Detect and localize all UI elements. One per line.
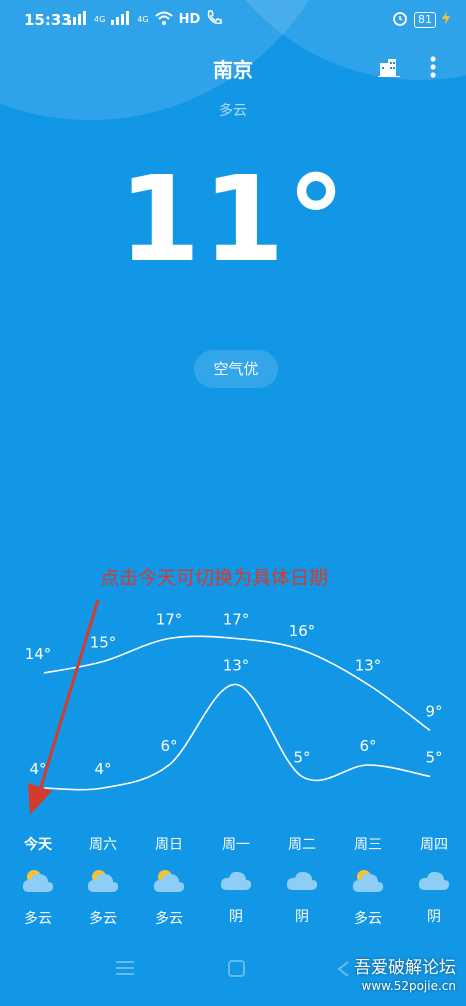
signal-icon [68,11,88,28]
forecast-day[interactable]: 周日 多云 [134,834,204,928]
city-management-icon[interactable] [378,57,400,81]
annotation-text: 点击今天可切换为具体日期 [100,567,329,589]
watermark-title: 吾爱破解论坛 [354,958,456,978]
annotation-arrow [28,599,100,815]
day-condition: 阴 [229,909,243,925]
day-condition: 多云 [354,911,382,927]
day-name[interactable]: 周四 [399,834,466,856]
charging-icon [442,11,450,28]
low-temp-label: 5° [293,749,310,767]
home-nav-icon[interactable] [228,960,246,983]
partly-cloudy-icon [333,868,403,898]
aqi-badge[interactable]: 空气优 [194,350,278,388]
high-temp-label: 17° [156,611,183,629]
cloud-icon [399,868,466,896]
net-label-1: 4G [94,15,106,24]
call-icon [206,10,223,29]
day-condition: 阴 [295,909,309,925]
forecast-day[interactable]: 周三 多云 [333,834,403,928]
weather-screen: 15:33 4G 4G HD 81 南京 多云 11° 空气优 点击今天可切换为… [0,0,466,1006]
forecast-day[interactable]: 周六 多云 [68,834,138,928]
forecast-day[interactable]: 周二阴 [267,834,337,926]
high-temp-label: 13° [355,657,382,675]
day-condition: 多云 [89,911,117,927]
day-condition: 多云 [155,911,183,927]
back-nav-icon[interactable] [336,960,350,983]
weather-condition: 多云 [219,103,247,119]
forecast-day[interactable]: 周四阴 [399,834,466,926]
status-left-icons: 4G 4G HD [68,10,223,29]
day-name[interactable]: 周六 [68,834,138,856]
forecast-day[interactable]: 今天 多云 [3,834,73,928]
low-temp-label: 6° [359,737,376,755]
low-temp-label: 6° [160,737,177,755]
header-icons [378,56,436,82]
day-name[interactable]: 周三 [333,834,403,856]
day-name[interactable]: 周二 [267,834,337,856]
menu-nav-icon[interactable] [116,960,136,981]
alarm-icon [392,10,408,29]
status-time: 15:33 [24,11,72,29]
day-name[interactable]: 周一 [201,834,271,856]
cloud-icon [201,868,271,896]
day-name[interactable]: 周日 [134,834,204,856]
battery-indicator: 81 [414,11,436,28]
high-temp-label: 9° [425,703,442,721]
partly-cloudy-icon [3,868,73,898]
day-condition: 阴 [427,909,441,925]
low-temp-label: 5° [425,749,442,767]
signal-icon-2 [111,11,131,28]
forecast-day[interactable]: 周一阴 [201,834,271,926]
status-bar: 15:33 4G 4G HD 81 [0,0,466,40]
net-label-2: 4G [137,15,149,24]
status-right-icons: 81 [392,10,450,29]
cloud-icon [267,868,337,896]
hd-label: HD [178,12,201,27]
high-temp-label: 16° [289,622,316,640]
day-condition: 多云 [24,911,52,927]
high-temp-label: 17° [223,611,250,629]
partly-cloudy-icon [134,868,204,898]
more-menu-icon[interactable] [430,56,436,82]
watermark-url: www.52pojie.cn [361,979,456,993]
watermark: 吾爱破解论坛 www.52pojie.cn [354,958,456,994]
forecast-row: 今天 多云 周六 多云 周日 多云 周一阴周二阴周三 多云 周四阴 [0,834,466,934]
low-temp-label: 13° [223,657,250,675]
today-tab[interactable]: 今天 [3,834,73,856]
current-temperature: 11° [118,150,348,288]
partly-cloudy-icon [68,868,138,898]
wifi-icon [154,11,173,28]
